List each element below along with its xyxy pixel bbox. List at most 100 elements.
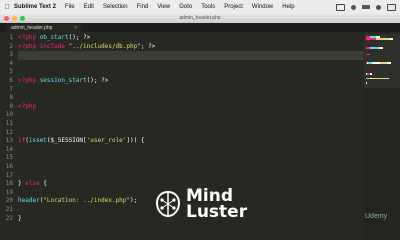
mind-luster-watermark: Mind Luster <box>155 188 248 222</box>
minimap-line <box>370 73 372 75</box>
line-number: 2 <box>9 42 13 50</box>
line-number: 15 <box>5 154 13 162</box>
minimap-line <box>379 62 388 64</box>
code-token: <?php <box>18 42 40 50</box>
line-number: 18 <box>5 180 13 188</box>
status-icons <box>336 3 400 11</box>
line-number-gutter: 1 2 3 4 5 6 7 8 9 10 11 12 13 14 15 16 17 18 19 20 21 22 <box>0 34 14 240</box>
apple-icon[interactable]:  <box>0 4 14 11</box>
menu-file[interactable]: File <box>65 4 75 10</box>
line-number: 11 <box>5 120 13 127</box>
menu-bar:  Sublime Text 2 File Edit Selection Fin… <box>0 0 400 14</box>
code-token: 'user_role' <box>86 137 127 145</box>
menu-find[interactable]: Find <box>137 4 149 10</box>
menu-selection[interactable]: Selection <box>103 4 128 10</box>
code-line[interactable]: <?php include "../includes/db.php"; ?> <box>18 43 155 52</box>
code-token: } <box>18 214 22 222</box>
code-line[interactable]: <?php <box>18 103 36 112</box>
minimap[interactable] <box>364 34 400 240</box>
code-token: ])) { <box>126 137 145 145</box>
line-number: 22 <box>5 214 13 222</box>
line-number: 5 <box>9 68 13 76</box>
current-line-highlight <box>18 51 378 60</box>
code-line[interactable]: <?php session_start(); ?> <box>18 77 108 86</box>
minimap-viewport[interactable] <box>364 34 400 88</box>
watermark-line-2: Luster <box>186 202 248 222</box>
battery-icon[interactable] <box>362 5 370 9</box>
minimap-line <box>370 47 380 49</box>
line-number: 9 <box>9 102 13 110</box>
wifi-icon[interactable] <box>351 4 356 10</box>
minimap-line <box>366 53 370 56</box>
tab-bar: admin_header.php × <box>0 23 400 32</box>
code-token: include <box>39 42 69 50</box>
minimap-line <box>387 62 391 64</box>
window-controls <box>4 16 25 21</box>
line-number: 13 <box>5 137 13 145</box>
code-token: (); ?> <box>68 34 91 41</box>
close-icon[interactable] <box>4 16 9 21</box>
line-number: 14 <box>5 145 13 153</box>
code-token: session_start <box>39 77 87 84</box>
menu-view[interactable]: View <box>157 4 170 10</box>
code-token: { <box>39 180 47 188</box>
menu-project[interactable]: Project <box>224 4 243 10</box>
zoom-icon[interactable] <box>20 16 25 21</box>
minimap-line <box>371 62 380 64</box>
code-token: <?php <box>18 77 40 84</box>
minimize-icon[interactable] <box>12 16 17 21</box>
code-token: "../includes/db.php" <box>68 42 141 50</box>
line-number: 19 <box>5 188 13 196</box>
minimap-line <box>371 77 388 80</box>
window-title: admin_header.php <box>179 15 221 21</box>
code-token: ob_start <box>39 34 69 41</box>
code-token: ; ?> <box>140 42 156 50</box>
line-number: 6 <box>9 77 13 84</box>
code-token: "Location: ../index.php" <box>43 197 131 205</box>
menu-app-name[interactable]: Sublime Text 2 <box>14 4 56 10</box>
tab-label: admin_header.php <box>11 25 53 31</box>
line-number: 4 <box>9 59 13 67</box>
line-number: 17 <box>5 171 13 179</box>
menu-edit[interactable]: Edit <box>84 4 94 10</box>
search-icon[interactable] <box>376 4 381 10</box>
line-number: 12 <box>5 128 13 136</box>
minimap-line <box>375 38 390 40</box>
line-number: 20 <box>5 197 13 205</box>
line-number: 7 <box>9 85 13 93</box>
minimap-line <box>379 47 384 49</box>
line-number: 1 <box>9 34 13 41</box>
code-line[interactable]: } <box>18 215 22 224</box>
code-token: (); ?> <box>86 77 109 84</box>
code-line[interactable]: } else { <box>18 180 47 189</box>
code-token: ($_SESSION[ <box>46 137 87 145</box>
minimap-line <box>366 82 367 84</box>
minimap-line <box>388 77 390 80</box>
tab-admin-header[interactable]: admin_header.php × <box>6 24 81 32</box>
line-number: 8 <box>9 94 13 102</box>
line-number: 16 <box>5 163 13 170</box>
menu-tools[interactable]: Tools <box>201 4 215 10</box>
menu-window[interactable]: Window <box>252 4 273 10</box>
display-icon[interactable] <box>336 3 345 11</box>
menu-help[interactable]: Help <box>282 4 294 10</box>
code-token: ); <box>130 197 138 205</box>
line-number: 21 <box>5 206 13 213</box>
code-token: header <box>18 197 40 205</box>
notification-icon[interactable] <box>387 3 396 11</box>
code-token: isset <box>28 137 47 145</box>
code-token: else <box>25 180 40 188</box>
line-number: 10 <box>5 111 13 119</box>
line-number: 3 <box>9 51 13 59</box>
code-line[interactable]: header("Location: ../index.php"); <box>18 197 137 206</box>
brain-logo-icon <box>155 190 181 218</box>
tab-close-icon[interactable]: × <box>74 24 77 32</box>
code-token: <?php <box>18 102 37 110</box>
code-token: <?php <box>18 34 40 41</box>
minimap-line <box>389 38 393 40</box>
title-bar: admin_header.php <box>0 14 400 23</box>
code-line[interactable]: if(isset($_SESSION['user_role'])) { <box>18 137 144 146</box>
code-line[interactable]: <?php ob_start(); ?> <box>18 34 90 43</box>
menu-goto[interactable]: Goto <box>179 4 192 10</box>
corner-logo: Udemy <box>365 213 388 220</box>
